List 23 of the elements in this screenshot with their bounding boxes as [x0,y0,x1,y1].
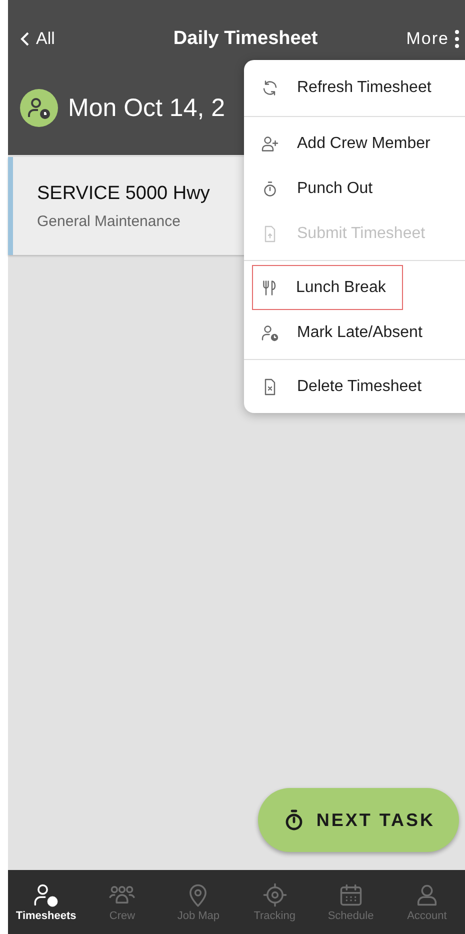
task-type: General Maintenance [37,212,180,230]
stopwatch-icon [261,180,279,198]
timesheet-date: Mon Oct 14, 2 [68,94,226,122]
screen-title: Daily Timesheet [172,28,319,50]
nav-tab[interactable]: Timesheets [8,870,84,934]
person-clock-icon [261,324,279,342]
next-task-button[interactable]: NEXT TASK [258,788,459,852]
refresh-icon [261,79,279,97]
menu-item[interactable]: Refresh Timesheet [244,60,444,116]
menu-item[interactable]: Delete Timesheet [244,364,435,409]
back-button[interactable]: All [20,29,55,49]
menu-item[interactable]: Lunch Break [252,265,403,310]
calendar-icon [338,882,364,908]
task-title: SERVICE 5000 Hwy [37,182,210,204]
utensils-icon [260,278,278,296]
add-person-icon [261,134,279,152]
person-clock-icon [20,89,58,127]
more-button[interactable]: More [406,29,465,49]
menu-item[interactable]: Punch Out [244,166,386,211]
menu-item[interactable]: Mark Late/Absent [244,310,436,355]
chevron-left-icon [20,32,30,46]
person-clock-icon [33,882,60,908]
target-icon [262,882,288,908]
